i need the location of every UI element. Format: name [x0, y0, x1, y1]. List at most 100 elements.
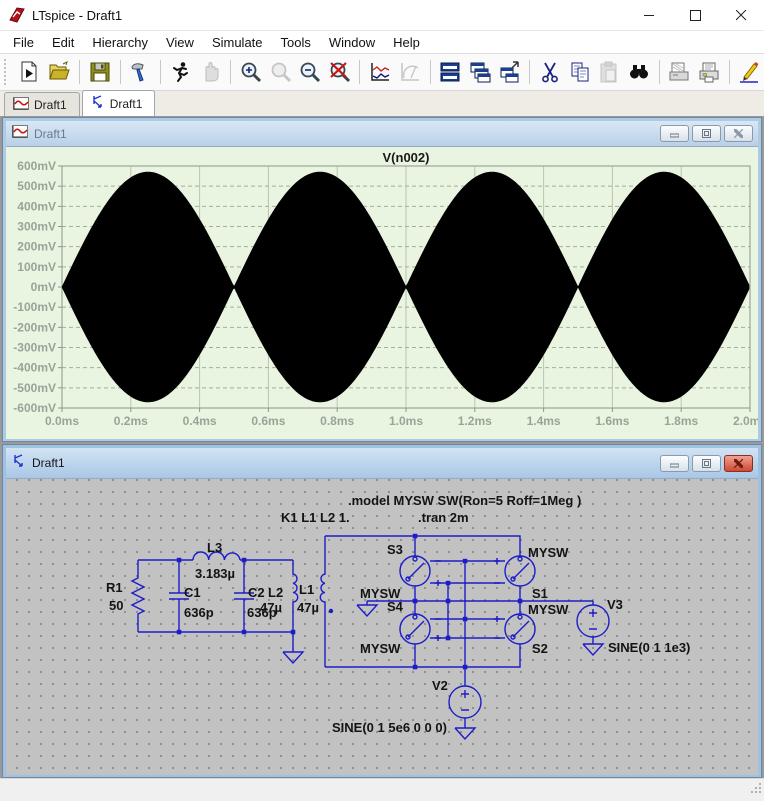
- label-s1[interactable]: S1: [532, 586, 548, 601]
- schematic-restore-button[interactable]: [692, 454, 721, 472]
- schematic-window-icon: [12, 453, 26, 473]
- trace-label[interactable]: V(n002): [383, 150, 430, 165]
- zoom-in-icon[interactable]: [237, 58, 265, 86]
- tab-label: Draft1: [109, 96, 143, 111]
- value-l3[interactable]: 3.183µ: [195, 566, 235, 581]
- waveform-window-title-bar[interactable]: Draft1: [6, 121, 758, 147]
- label-v3[interactable]: V3: [607, 597, 623, 612]
- value-r1[interactable]: 50: [109, 598, 123, 613]
- label-l1[interactable]: L1: [299, 582, 314, 597]
- app-minimize-button[interactable]: [626, 0, 672, 30]
- y-tick-label: 600mV: [17, 159, 56, 173]
- schematic-labels: .model MYSW SW(Ron=5 Roff=1Meg ) K1 L1 L…: [106, 493, 690, 735]
- app-title-bar[interactable]: LTspice - Draft1: [0, 0, 764, 31]
- toolbar-grip[interactable]: [4, 59, 11, 85]
- switch-S4[interactable]: [399, 613, 431, 645]
- x-tick-label: 1.2ms: [458, 414, 492, 428]
- x-tick-label: 0.4ms: [183, 414, 217, 428]
- cut-icon[interactable]: [536, 58, 564, 86]
- x-tick-label: 1.0ms: [389, 414, 423, 428]
- run-simulation-icon[interactable]: [167, 58, 195, 86]
- ltspice-window: LTspice - Draft1 File Edit Hierarchy Vie…: [0, 0, 764, 801]
- schematic-window-title-bar[interactable]: Draft1: [6, 448, 758, 479]
- menu-view[interactable]: View: [157, 33, 203, 52]
- label-c2[interactable]: C2: [248, 585, 265, 600]
- value-s1-model[interactable]: MYSW: [528, 545, 569, 560]
- tran-directive[interactable]: .tran 2m: [418, 510, 469, 525]
- switch-S1[interactable]: [504, 555, 536, 587]
- print-icon[interactable]: [695, 58, 723, 86]
- x-tick-label: 2.0ms: [733, 414, 758, 428]
- menu-file[interactable]: File: [4, 33, 43, 52]
- edit-pencil-icon[interactable]: [736, 58, 764, 86]
- open-file-icon[interactable]: [45, 58, 73, 86]
- schematic-window-title: Draft1: [32, 456, 65, 470]
- cascade-windows-icon[interactable]: [466, 58, 494, 86]
- value-v3[interactable]: SINE(0 1 1e3): [608, 640, 690, 655]
- zoom-out-icon[interactable]: [296, 58, 324, 86]
- label-s3[interactable]: S3: [387, 542, 403, 557]
- tab-waveform-draft1[interactable]: Draft1: [4, 92, 80, 117]
- app-title: LTspice - Draft1: [32, 7, 123, 23]
- schematic-tab-icon: [91, 95, 105, 112]
- waveform-tab-icon: [13, 96, 29, 113]
- schematic-close-button[interactable]: [724, 454, 753, 472]
- label-v2[interactable]: V2: [432, 678, 448, 693]
- tab-schematic-draft1[interactable]: Draft1: [81, 90, 156, 117]
- value-v2[interactable]: SINE(0 1 5e6 0 0 0): [332, 720, 447, 735]
- x-tick-label: 0.0ms: [45, 414, 79, 428]
- control-panel-hammer-icon[interactable]: [127, 58, 155, 86]
- save-icon[interactable]: [86, 58, 114, 86]
- copy-icon[interactable]: [566, 58, 594, 86]
- status-bar: [0, 778, 764, 801]
- menu-tools[interactable]: Tools: [272, 33, 320, 52]
- toolbar: [0, 54, 764, 91]
- x-tick-label: 1.8ms: [664, 414, 698, 428]
- value-s4-model[interactable]: MYSW: [360, 641, 401, 656]
- inductor-L2: [292, 560, 299, 632]
- menu-simulate[interactable]: Simulate: [203, 33, 272, 52]
- value-l2[interactable]: 47µ: [260, 600, 282, 615]
- ground-symbol-1: [282, 632, 305, 665]
- app-maximize-button[interactable]: [672, 0, 718, 30]
- value-c1[interactable]: 636p: [184, 605, 214, 620]
- arrange-windows-icon[interactable]: [496, 58, 524, 86]
- menu-window[interactable]: Window: [320, 33, 384, 52]
- label-s2[interactable]: S2: [532, 641, 548, 656]
- label-r1[interactable]: R1: [106, 580, 123, 595]
- switch-S3[interactable]: [399, 555, 431, 587]
- waveform-minimize-button[interactable]: [660, 125, 689, 142]
- voltage-source-V3[interactable]: [576, 604, 610, 657]
- find-icon[interactable]: [625, 58, 653, 86]
- waveform-window-icon: [12, 124, 28, 143]
- app-close-button[interactable]: [718, 0, 764, 30]
- value-l1[interactable]: 47µ: [297, 600, 319, 615]
- label-c1[interactable]: C1: [184, 585, 201, 600]
- label-l2[interactable]: L2: [268, 585, 283, 600]
- new-simulation-icon[interactable]: [16, 58, 44, 86]
- waveform-plot-area[interactable]: 600mV 500mV 400mV 300mV 200mV 100mV 0mV -100mV -…: [6, 147, 758, 439]
- y-tick-label: 0mV: [31, 280, 56, 294]
- waveform-restore-button[interactable]: [692, 125, 721, 142]
- x-tick-label: 0.2ms: [114, 414, 148, 428]
- menu-hierarchy[interactable]: Hierarchy: [83, 33, 157, 52]
- value-s2-model[interactable]: MYSW: [528, 602, 569, 617]
- waveform-close-button[interactable]: [724, 125, 753, 142]
- plot-settings-icon[interactable]: [366, 58, 394, 86]
- voltage-source-V2[interactable]: [448, 685, 482, 741]
- zoom-full-extents-icon[interactable]: [326, 58, 354, 86]
- coupling-directive[interactable]: K1 L1 L2 1.: [281, 510, 350, 525]
- menu-help[interactable]: Help: [384, 33, 429, 52]
- menu-edit[interactable]: Edit: [43, 33, 83, 52]
- schematic-minimize-button[interactable]: [660, 454, 689, 472]
- print-preview-icon[interactable]: [665, 58, 693, 86]
- resize-grip[interactable]: [749, 781, 762, 799]
- label-l3[interactable]: L3: [207, 540, 222, 555]
- switch-S2[interactable]: [504, 613, 536, 645]
- tile-windows-icon[interactable]: [437, 58, 465, 86]
- schematic-canvas[interactable]: .model MYSW SW(Ron=5 Roff=1Meg ) K1 L1 L…: [6, 479, 758, 775]
- model-directive[interactable]: .model MYSW SW(Ron=5 Roff=1Meg ): [348, 493, 581, 508]
- label-s4[interactable]: S4: [387, 599, 404, 614]
- y-tick-label: -400mV: [13, 361, 56, 375]
- resistor-R1: [130, 560, 146, 632]
